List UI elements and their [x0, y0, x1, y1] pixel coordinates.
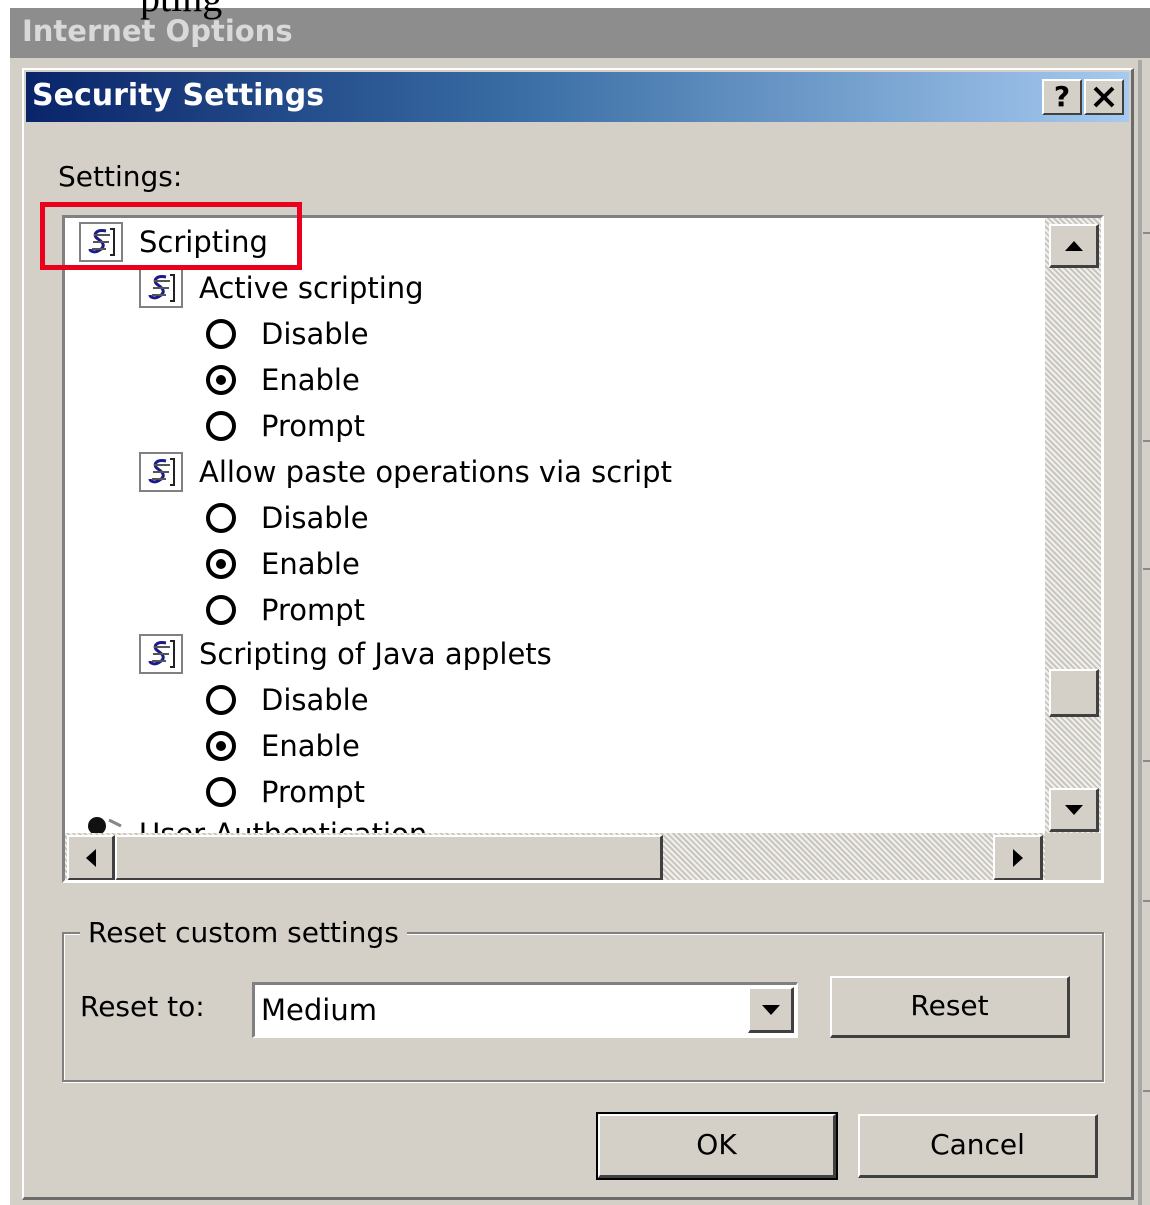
reset-level-value: Medium	[261, 993, 377, 1027]
radio-option[interactable]: Enable	[205, 542, 360, 586]
edge-tick	[1143, 568, 1150, 570]
arrow-up-icon	[1064, 240, 1083, 251]
tree-item-label: Scripting of Java applets	[199, 637, 552, 671]
radio-label: Prompt	[261, 593, 366, 627]
dialog-title: Security Settings	[32, 78, 325, 113]
vertical-scrollbar[interactable]	[1045, 218, 1101, 833]
arrow-down-icon	[1064, 804, 1083, 815]
script-icon	[139, 634, 183, 674]
radio-label: Enable	[261, 547, 360, 581]
radio-option[interactable]: Enable	[205, 724, 360, 768]
tree-item-user-authentication[interactable]: User Authentication	[77, 812, 427, 833]
scrollbar-corner	[1045, 833, 1101, 880]
tree-item-label: Active scripting	[199, 271, 424, 305]
radio-unselected-icon	[206, 685, 236, 715]
edge-tick	[1143, 900, 1150, 902]
cancel-button[interactable]: Cancel	[858, 1114, 1098, 1178]
radio-label: Disable	[261, 317, 369, 351]
radio-selected-icon	[206, 731, 236, 761]
radio-label: Prompt	[261, 775, 366, 809]
settings-label: Settings:	[58, 160, 183, 193]
radio-option[interactable]: Disable	[205, 678, 369, 722]
arrow-left-icon	[85, 848, 96, 867]
close-icon	[1093, 86, 1115, 108]
radio-option[interactable]: Enable	[205, 358, 360, 402]
dropdown-button[interactable]	[748, 987, 794, 1033]
radio-option[interactable]: Disable	[205, 496, 369, 540]
tree-item-label: User Authentication	[139, 817, 427, 833]
edge-tick	[1143, 760, 1150, 762]
vertical-scroll-thumb[interactable]	[1049, 669, 1099, 718]
radio-option[interactable]: Prompt	[205, 588, 365, 632]
radio-label: Enable	[261, 363, 360, 397]
tree-item-java-applets[interactable]: Scripting of Java applets	[139, 632, 552, 676]
radio-label: Disable	[261, 501, 369, 535]
horizontal-scroll-thumb[interactable]	[115, 835, 663, 880]
edge-tick	[1143, 440, 1150, 442]
radio-label: Enable	[261, 729, 360, 763]
dialog-title-bar[interactable]: Security Settings ?	[26, 72, 1129, 122]
scroll-left-button[interactable]	[67, 835, 115, 880]
help-button[interactable]: ?	[1042, 79, 1082, 115]
radio-unselected-icon	[206, 411, 236, 441]
user-auth-icon	[88, 817, 122, 833]
settings-tree-viewport: Scripting Active scripting Disable Enabl…	[65, 218, 1045, 833]
scroll-down-button[interactable]	[1049, 788, 1099, 832]
group-legend: Reset custom settings	[80, 916, 407, 949]
ok-button[interactable]: OK	[596, 1112, 838, 1180]
edge-tick	[1143, 1090, 1150, 1092]
scroll-right-button[interactable]	[993, 835, 1043, 880]
reset-button[interactable]: Reset	[830, 976, 1070, 1038]
tree-item-label: Allow paste operations via script	[199, 455, 672, 489]
highlight-annotation	[40, 202, 302, 270]
tree-item-active-scripting[interactable]: Active scripting	[139, 266, 424, 310]
close-button[interactable]	[1084, 79, 1124, 115]
radio-option[interactable]: Prompt	[205, 770, 365, 814]
script-icon	[139, 452, 183, 492]
radio-selected-icon	[206, 549, 236, 579]
tree-item-allow-paste[interactable]: Allow paste operations via script	[139, 450, 672, 494]
radio-unselected-icon	[206, 595, 236, 625]
radio-selected-icon	[206, 365, 236, 395]
window-edge	[1138, 60, 1142, 1205]
radio-unselected-icon	[206, 319, 236, 349]
radio-label: Disable	[261, 683, 369, 717]
radio-option[interactable]: Prompt	[205, 404, 365, 448]
radio-label: Prompt	[261, 409, 366, 443]
script-icon	[139, 268, 183, 308]
reset-to-label: Reset to:	[80, 990, 205, 1023]
scroll-up-button[interactable]	[1049, 224, 1099, 268]
chevron-down-icon	[761, 1004, 780, 1015]
settings-tree[interactable]: Scripting Active scripting Disable Enabl…	[62, 215, 1104, 883]
edge-tick	[1143, 232, 1150, 234]
arrow-right-icon	[1012, 848, 1023, 867]
page-text-fragment: pting	[140, 0, 222, 18]
horizontal-scrollbar[interactable]	[65, 833, 1045, 880]
reset-level-select[interactable]: Medium	[252, 982, 798, 1038]
radio-option[interactable]: Disable	[205, 312, 369, 356]
radio-unselected-icon	[206, 777, 236, 807]
radio-unselected-icon	[206, 503, 236, 533]
